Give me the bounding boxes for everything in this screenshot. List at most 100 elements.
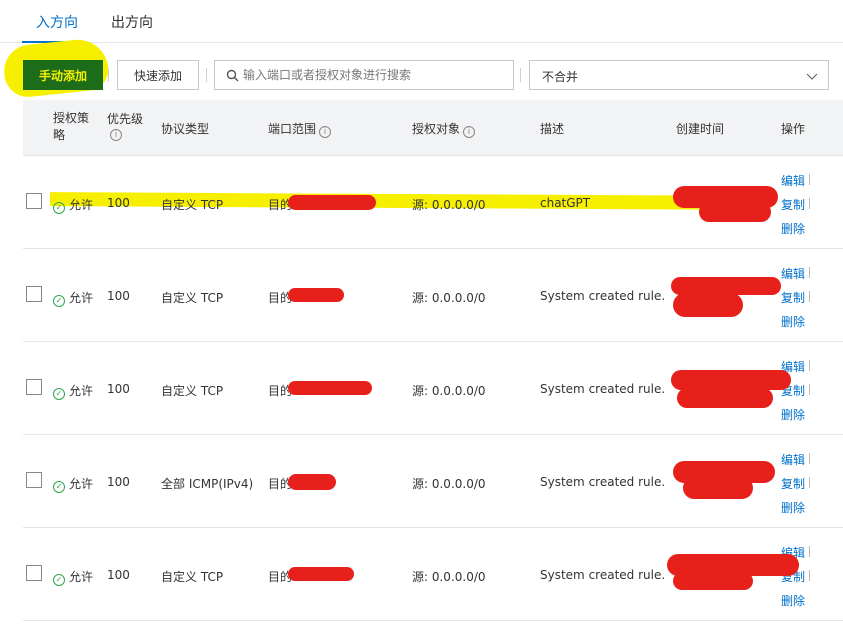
policy-cell: ✓ 允许 <box>53 475 93 493</box>
delete-link[interactable]: 删除 <box>781 499 805 516</box>
auth-object-cell: 源: 0.0.0.0/0 <box>412 570 486 584</box>
redaction-mark <box>683 477 753 499</box>
protocol-cell: 自定义 TCP <box>161 291 224 305</box>
edit-link[interactable]: 编辑 <box>781 451 805 468</box>
redaction-mark <box>673 572 753 590</box>
policy-label: 允许 <box>69 198 94 212</box>
action-divider <box>809 291 810 302</box>
header-actions: 操作 <box>781 122 806 136</box>
description-cell: System created rule. <box>540 475 666 489</box>
redaction-mark <box>671 370 791 390</box>
action-divider <box>809 267 810 278</box>
protocol-cell: 自定义 TCP <box>161 384 224 398</box>
row-checkbox[interactable] <box>26 472 42 488</box>
header-port-range: 端口范围 i <box>268 120 332 138</box>
action-divider <box>809 570 810 581</box>
row-checkbox[interactable] <box>26 193 42 209</box>
priority-cell: 100 <box>107 196 130 210</box>
header-auth-object: 授权对象 i <box>412 120 476 138</box>
redaction-mark <box>288 195 376 210</box>
redaction-mark <box>677 388 773 408</box>
row-checkbox[interactable] <box>26 379 42 395</box>
action-divider <box>809 174 810 185</box>
delete-link[interactable]: 删除 <box>781 592 805 609</box>
direction-tabs: 入方向 出方向 <box>0 0 843 43</box>
check-circle-icon: ✓ <box>53 388 65 400</box>
header-priority-label: 优先级 <box>107 112 144 126</box>
header-policy: 授权策略 <box>53 111 90 142</box>
toolbar-divider <box>108 68 109 82</box>
table-row: ✓ 允许 100 自定义 TCP 目的 源: 0.0.0.0/0 System create… <box>23 342 843 435</box>
edit-link[interactable]: 编辑 <box>781 265 805 282</box>
info-icon[interactable]: i <box>319 126 332 138</box>
table-row: ✓ 允许 100 自定义 TCP 目的 源: 0.0.0.0/0 System create… <box>23 249 843 342</box>
check-circle-icon: ✓ <box>53 574 65 586</box>
table-row: ✓ 允许 100 自定义 TCP 目的 源: 0.0.0.0/0 System create… <box>23 528 843 621</box>
chevron-down-icon <box>806 73 818 80</box>
action-divider <box>809 477 810 488</box>
auth-object-cell: 源: 0.0.0.0/0 <box>412 477 486 491</box>
info-icon[interactable]: i <box>463 126 476 138</box>
copy-link[interactable]: 复制 <box>781 289 805 306</box>
policy-cell: ✓ 允许 <box>53 382 93 400</box>
redaction-mark <box>288 567 354 581</box>
row-checkbox[interactable] <box>26 286 42 302</box>
edit-link[interactable]: 编辑 <box>781 172 805 189</box>
table-row: ✓ 允许 100 全部 ICMP(IPv4) 目的 源: 0.0.0.0/0 System … <box>23 435 843 528</box>
copy-link[interactable]: 复制 <box>781 196 805 213</box>
action-divider <box>809 198 810 209</box>
policy-cell: ✓ 允许 <box>53 196 93 214</box>
protocol-cell: 自定义 TCP <box>161 198 224 212</box>
quick-add-button[interactable]: 快速添加 <box>117 60 199 90</box>
action-divider <box>809 384 810 395</box>
check-circle-icon: ✓ <box>53 481 65 493</box>
delete-link[interactable]: 删除 <box>781 220 805 237</box>
policy-label: 允许 <box>69 291 94 305</box>
header-created-time: 创建时间 <box>676 122 725 136</box>
auth-object-cell: 源: 0.0.0.0/0 <box>412 198 486 212</box>
search-input[interactable] <box>243 61 511 89</box>
action-divider <box>809 453 810 464</box>
priority-cell: 100 <box>107 568 130 582</box>
redaction-mark <box>673 293 743 317</box>
priority-cell: 100 <box>107 475 130 489</box>
header-port-range-label: 端口范围 <box>268 122 317 136</box>
priority-cell: 100 <box>107 289 130 303</box>
toolbar-divider <box>206 68 207 82</box>
action-divider <box>809 546 810 557</box>
policy-label: 允许 <box>69 384 94 398</box>
delete-link[interactable]: 删除 <box>781 406 805 423</box>
check-circle-icon: ✓ <box>53 295 65 307</box>
redaction-mark <box>288 474 336 490</box>
auth-object-cell: 源: 0.0.0.0/0 <box>412 291 486 305</box>
description-cell: System created rule. <box>540 382 666 396</box>
toolbar-divider <box>520 68 521 82</box>
search-box[interactable] <box>214 60 514 90</box>
protocol-cell: 自定义 TCP <box>161 570 224 584</box>
header-protocol: 协议类型 <box>161 122 210 136</box>
auth-object-cell: 源: 0.0.0.0/0 <box>412 384 486 398</box>
action-divider <box>809 360 810 371</box>
table-header: 授权策略 优先级 i 协议类型 端口范围 i 授权对象 i 描述 创建时间 操作 <box>23 100 843 156</box>
protocol-cell: 全部 ICMP(IPv4) <box>161 477 254 491</box>
header-auth-object-label: 授权对象 <box>412 122 461 136</box>
delete-link[interactable]: 删除 <box>781 313 805 330</box>
description-cell: System created rule. <box>540 289 666 303</box>
policy-cell: ✓ 允许 <box>53 289 93 307</box>
redaction-mark <box>288 288 344 302</box>
check-circle-icon: ✓ <box>53 202 65 214</box>
info-icon[interactable]: i <box>110 129 122 141</box>
tab-inbound[interactable]: 入方向 <box>36 12 78 32</box>
redaction-mark <box>699 202 771 222</box>
description-cell: chatGPT <box>540 196 591 210</box>
description-cell: System created rule. <box>540 568 666 582</box>
merge-select[interactable]: 不合并 <box>529 60 829 90</box>
copy-link[interactable]: 复制 <box>781 475 805 492</box>
search-icon <box>226 69 239 82</box>
policy-label: 允许 <box>69 570 94 584</box>
manual-add-button[interactable]: 手动添加 <box>23 60 103 90</box>
tab-outbound[interactable]: 出方向 <box>111 12 153 32</box>
policy-cell: ✓ 允许 <box>53 568 93 586</box>
header-description: 描述 <box>540 122 565 136</box>
row-checkbox[interactable] <box>26 565 42 581</box>
